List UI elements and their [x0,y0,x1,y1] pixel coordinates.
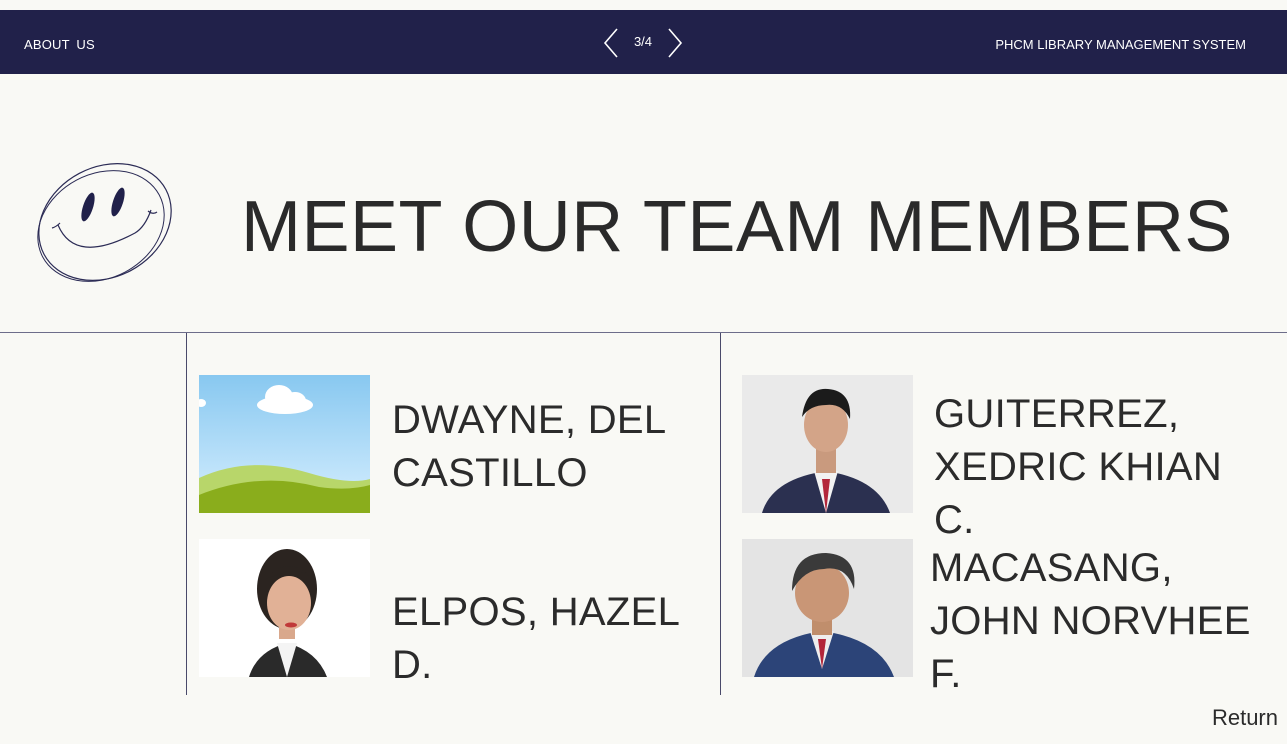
member-photo [742,539,913,677]
member-photo [199,539,370,677]
return-button[interactable]: Return [1212,705,1278,731]
divider-horizontal [0,332,1287,333]
member-photo [742,375,913,513]
divider-vertical [720,333,721,695]
portrait-image [742,539,913,677]
member-name: GUITERREZ, XEDRIC KHIAN C. [934,392,1223,542]
divider-vertical [186,333,187,695]
member-name: MACASANG, JOHN NORVHEE F. [930,546,1251,696]
top-navigation-bar: ABOUT US 3/4 PHCM LIBRARY MANAGEMENT SYS… [0,10,1287,74]
about-us-link[interactable]: ABOUT US [24,37,95,52]
chevron-left-icon[interactable] [602,28,620,58]
landscape-image [199,375,370,513]
chevron-right-icon[interactable] [666,28,684,58]
page-title: MEET OUR TEAM MEMBERS [241,187,1233,267]
portrait-image [742,375,913,513]
page-indicator: 3/4 [633,34,653,49]
portrait-image [199,539,370,677]
member-photo [199,375,370,513]
page-pager: 3/4 [602,28,684,58]
member-name: DWAYNE, DEL CASTILLO [392,398,665,495]
system-name: PHCM LIBRARY MANAGEMENT SYSTEM [995,37,1246,52]
member-name: ELPOS, HAZEL D. [392,590,679,687]
smiley-face-icon [37,163,172,282]
